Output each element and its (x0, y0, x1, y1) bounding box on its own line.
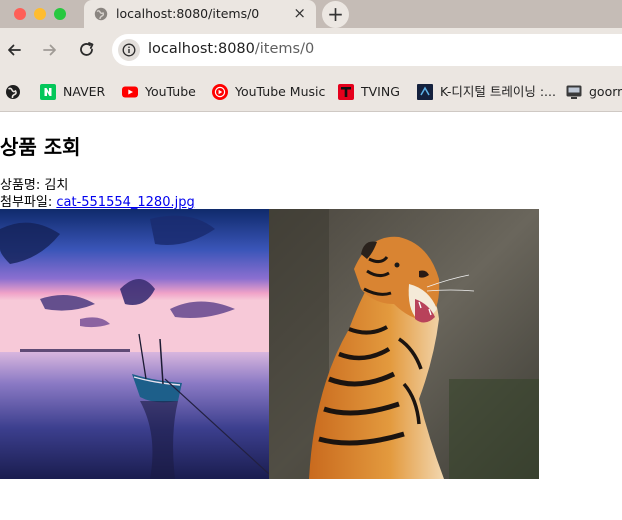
browser-toolbar: localhost:8080/items/0 (0, 28, 622, 72)
attachment-link[interactable]: cat-551554_1280.jpg (56, 195, 194, 210)
window-minimize-button[interactable] (34, 8, 46, 20)
bookmark-k-digital[interactable]: K-디지털 트레이닝 :... (417, 83, 556, 101)
url-text: localhost:8080/items/0 (148, 41, 314, 57)
new-tab-button[interactable]: + (322, 1, 349, 28)
bookmark-label: NAVER (63, 84, 106, 99)
item-image-sunset (0, 209, 269, 479)
attachment-label: 첨부파일: (0, 195, 57, 210)
k-digital-icon (417, 84, 433, 100)
naver-icon (40, 84, 56, 100)
bookmark-label: YouTube (145, 84, 196, 99)
bookmark-tving[interactable]: TVING (338, 83, 400, 101)
item-image-tiger (269, 209, 539, 479)
url-host: localhost:8080 (148, 41, 255, 57)
window-close-button[interactable] (14, 8, 26, 20)
bookmark-label: K-디지털 트레이닝 :... (440, 84, 556, 99)
roaring-tiger-photo (269, 209, 539, 479)
url-path: /items/0 (254, 41, 315, 57)
bookmark-naver[interactable]: NAVER (40, 83, 105, 101)
bookmark-label: YouTube Music (235, 84, 326, 99)
bookmark-label: goorm (589, 84, 622, 99)
attachment-row: 첨부파일: cat-551554_1280.jpg (0, 191, 195, 210)
bookmarks-bar: NAVER YouTube YouTube Music TVING K-디지털 … (0, 72, 622, 112)
tving-icon (338, 84, 354, 100)
bookmark-youtube-music[interactable]: YouTube Music (212, 83, 325, 101)
bookmark-label: TVING (361, 84, 400, 99)
window-maximize-button[interactable] (54, 8, 66, 20)
back-arrow-icon[interactable] (4, 40, 24, 60)
bookmark-globe[interactable] (5, 83, 28, 101)
forward-arrow-icon[interactable] (40, 40, 60, 60)
tab-strip: localhost:8080/items/0 × + (0, 0, 622, 28)
bookmark-youtube[interactable]: YouTube (122, 83, 196, 101)
globe-icon (94, 7, 108, 21)
goorm-icon (566, 85, 582, 99)
globe-icon (6, 85, 20, 99)
tab-active[interactable]: localhost:8080/items/0 × (84, 0, 316, 28)
address-bar[interactable]: localhost:8080/items/0 (112, 34, 622, 66)
youtube-music-icon (212, 84, 228, 100)
sunset-boat-photo (0, 209, 269, 479)
site-info-icon[interactable] (118, 39, 140, 61)
tab-title: localhost:8080/items/0 (116, 6, 260, 21)
bookmark-goorm[interactable]: goorm (566, 83, 622, 101)
page-content: 상품 조회 상품명: 김치 첨부파일: cat-551554_1280.jpg (0, 113, 622, 520)
reload-icon[interactable] (77, 40, 97, 60)
page-title: 상품 조회 (0, 135, 81, 159)
youtube-icon (122, 86, 138, 98)
tab-close-icon[interactable]: × (293, 5, 306, 21)
